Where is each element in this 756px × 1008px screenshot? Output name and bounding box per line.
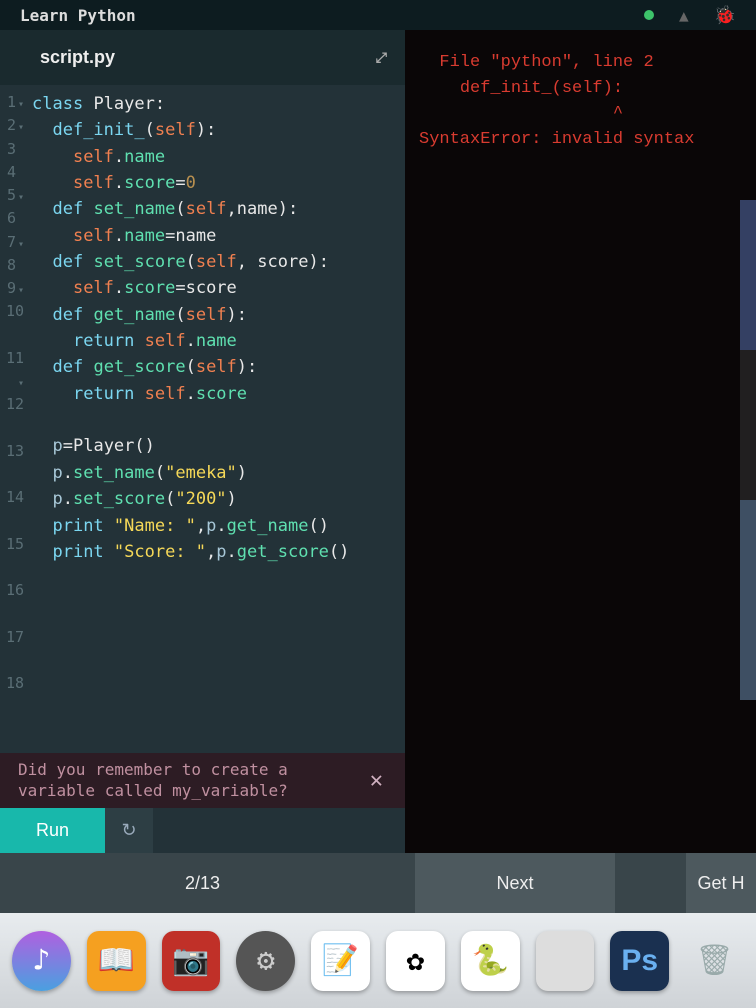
- dock-photoshop-icon[interactable]: Ps: [610, 931, 669, 991]
- dock-photos-icon[interactable]: ✿: [386, 931, 445, 991]
- code-lines[interactable]: class Player: def_init_(self): self.name…: [28, 91, 405, 853]
- line-gutter: 1 ▾2 ▾3 4 5 ▾6 7 ▾8 9 ▾10 11 ▾12 13 14 1…: [0, 91, 28, 853]
- macos-dock: ♪ 📖 📷 ⚙ 📝 ✿ 🐍 Ps 🗑: [0, 913, 756, 1008]
- hint-text: Did you remember to create a variable ca…: [18, 760, 358, 802]
- dock-trash-icon[interactable]: 🗑: [685, 931, 744, 991]
- dock-notes-icon[interactable]: 📝: [311, 931, 370, 991]
- editor-pane: script.py ⤢ 1 ▾2 ▾3 4 5 ▾6 7 ▾8 9 ▾10 11…: [0, 30, 405, 853]
- main-area: script.py ⤢ 1 ▾2 ▾3 4 5 ▾6 7 ▾8 9 ▾10 11…: [0, 30, 756, 853]
- hint-bar: Did you remember to create a variable ca…: [0, 753, 405, 808]
- page-indicator: 2/13: [0, 873, 405, 894]
- nav-bar: 2/13 Next Get H: [0, 853, 756, 913]
- console-caret: ^: [419, 104, 623, 123]
- hint-close-icon[interactable]: ✕: [366, 764, 387, 797]
- console-line-1: File "python", line 2: [419, 53, 654, 72]
- user-icon[interactable]: ▲: [679, 6, 689, 25]
- file-tab[interactable]: script.py: [40, 47, 115, 68]
- next-button[interactable]: Next: [415, 853, 615, 913]
- dock-itunes-icon[interactable]: ♪: [12, 931, 71, 991]
- top-right-icons: ▲ 🐞: [644, 5, 736, 26]
- bug-icon[interactable]: 🐞: [714, 5, 736, 26]
- editor-tabs: script.py ⤢: [0, 30, 405, 85]
- console-output: File "python", line 2 def_init_(self): ^…: [405, 30, 756, 853]
- dock-ibooks-icon[interactable]: 📖: [87, 931, 146, 991]
- dock-settings-icon[interactable]: ⚙: [236, 931, 295, 991]
- dock-python-icon[interactable]: 🐍: [461, 931, 520, 991]
- console-line-2: def_init_(self):: [419, 79, 623, 98]
- expand-icon[interactable]: ⤢: [376, 49, 387, 66]
- run-button[interactable]: Run: [0, 808, 105, 853]
- reset-button[interactable]: ↻: [105, 808, 153, 853]
- dock-photobooth-icon[interactable]: 📷: [162, 931, 221, 991]
- code-editor[interactable]: 1 ▾2 ▾3 4 5 ▾6 7 ▾8 9 ▾10 11 ▾12 13 14 1…: [0, 85, 405, 853]
- console-line-3: SyntaxError: invalid syntax: [419, 130, 694, 149]
- top-bar: Learn Python ▲ 🐞: [0, 0, 756, 30]
- status-dot-icon: [644, 10, 654, 20]
- run-bar: Run ↻: [0, 808, 405, 853]
- get-help-button[interactable]: Get H: [686, 853, 756, 913]
- desktop-thumbnails: [740, 200, 756, 700]
- app-title: Learn Python: [20, 6, 136, 25]
- dock-blank-icon[interactable]: [536, 931, 595, 991]
